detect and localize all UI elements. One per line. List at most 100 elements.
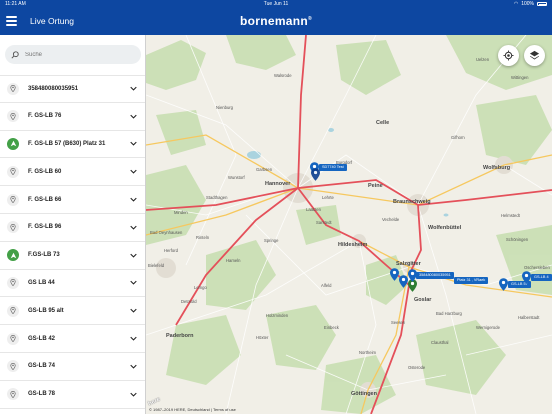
chevron-down-icon[interactable]: [130, 336, 137, 341]
town-label: Wernigerode: [476, 325, 500, 330]
town-label: Nienburg: [216, 105, 233, 110]
vehicle-list: 358480080035951 F. GS-LB 76 F. GS-LB 57 (B…: [0, 75, 145, 409]
vehicle-list-item[interactable]: F. GS-LB 96: [0, 214, 145, 242]
vehicle-list-item[interactable]: F. GS-LB 76: [0, 103, 145, 131]
town-label: Hameln: [226, 258, 241, 263]
chevron-down-icon[interactable]: [130, 392, 137, 397]
vehicle-list-item[interactable]: F. GS-LB 57 (B630) Platz 31: [0, 131, 145, 159]
vehicle-name: F. GS-LB 66: [28, 196, 62, 203]
layers-button[interactable]: [524, 45, 545, 66]
town-label: Minden: [174, 210, 188, 215]
town-label: Stadthagen: [206, 195, 228, 200]
map-view[interactable]: Hannover Braunschweig Hildesheim Wolfsbu…: [146, 35, 552, 414]
town-label: Schöningen: [506, 237, 529, 242]
town-label: Bielefeld: [148, 263, 165, 268]
town-label: Northeim: [359, 350, 376, 355]
vehicle-list-item[interactable]: GS-LB 42: [0, 325, 145, 353]
map-base: [146, 35, 552, 414]
battery-percent: 100%: [521, 1, 534, 7]
chevron-down-icon[interactable]: [130, 225, 137, 230]
town-label: Walsrode: [274, 73, 292, 78]
vehicle-pin[interactable]: [390, 268, 399, 281]
chevron-down-icon[interactable]: [130, 169, 137, 174]
town-label: Uelzen: [476, 57, 490, 62]
chevron-down-icon[interactable]: [130, 141, 137, 147]
locate-button[interactable]: [498, 45, 519, 66]
town-label: Holzminden: [266, 313, 289, 318]
battery-icon: [537, 2, 547, 6]
chevron-down-icon[interactable]: [130, 308, 137, 313]
city-label: Hannover: [265, 181, 291, 187]
active-vehicle-icon: [7, 249, 19, 262]
vehicle-list-item[interactable]: F. GS-LB 66: [0, 186, 145, 214]
brand-registered-mark: ®: [308, 16, 313, 22]
vehicle-pin[interactable]: [499, 278, 508, 291]
town-label: Wittingen: [511, 75, 529, 80]
location-pin-icon: [7, 388, 19, 401]
vehicle-list-item[interactable]: GS LB 44: [0, 270, 145, 298]
vehicle-pin[interactable]: [311, 168, 320, 181]
town-label: Laatzen: [306, 207, 321, 212]
town-label: Rinteln: [196, 235, 210, 240]
town-label: Osterode: [408, 365, 426, 370]
vehicle-name: GS-LB 95 alt: [28, 307, 64, 314]
status-date: Tue Jun 11: [263, 1, 289, 7]
crosshair-icon: [503, 50, 514, 61]
location-pin-icon: [7, 332, 19, 345]
town-label: Wunstorf: [228, 175, 245, 180]
vehicle-name: F.GS-LB 73: [28, 252, 60, 259]
vehicle-name: GS LB 44: [28, 279, 55, 286]
vehicle-list-item[interactable]: GS-LB 78: [0, 381, 145, 409]
vehicle-name: GS-LB 78: [28, 391, 56, 398]
town-label: Helmstedt: [501, 213, 520, 218]
city-label: Paderborn: [166, 333, 194, 339]
city-label: Braunschweig: [393, 199, 431, 205]
vehicle-list-item[interactable]: GS-LB 95 alt: [0, 297, 145, 326]
location-pin-icon: [7, 110, 19, 123]
town-label: Herford: [164, 248, 178, 253]
vehicle-pin-label[interactable]: SD7740 Test: [319, 164, 347, 171]
town-label: Bad Oeynhausen: [150, 230, 183, 235]
active-vehicle-icon: [7, 137, 19, 150]
town-label: Alfeld: [321, 283, 332, 288]
vehicle-pin[interactable]: [399, 275, 408, 288]
chevron-down-icon[interactable]: [130, 280, 137, 286]
vehicle-name: F. GS-LB 76: [28, 113, 62, 120]
search-input[interactable]: [25, 51, 135, 58]
location-pin-icon: [7, 304, 19, 317]
layers-icon: [529, 50, 540, 60]
town-label: Oschersleben: [524, 265, 550, 270]
vehicle-name: F. GS-LB 96: [28, 224, 62, 231]
chevron-down-icon[interactable]: [130, 114, 137, 119]
vehicle-pin-label[interactable]: 358480080035951: [416, 272, 454, 279]
city-label: Goslar: [414, 297, 432, 303]
brand-logo: bornemann®: [0, 14, 552, 28]
vehicle-list-item[interactable]: 358480080035951: [0, 75, 145, 103]
town-label: Clausthal: [431, 340, 449, 345]
town-label: Gifhorn: [451, 135, 465, 140]
location-pin-icon: [7, 82, 19, 95]
vehicle-name: F. GS-LB 60: [28, 168, 62, 175]
city-label: Göttingen: [351, 391, 377, 397]
vehicle-list-item[interactable]: GS-LB 74: [0, 353, 145, 381]
vehicle-list-item[interactable]: F.GS-LB 73: [0, 242, 145, 270]
vehicle-pin[interactable]: [522, 271, 531, 284]
map-copyright[interactable]: © 1987–2019 HERE, Deutschland | Terms of…: [149, 407, 236, 412]
vehicle-pin-label[interactable]: GS-LB 4: [531, 274, 552, 281]
vehicle-pin-label[interactable]: Platz 31 , VRaek: [454, 277, 489, 284]
chevron-down-icon[interactable]: [130, 86, 137, 92]
chevron-down-icon[interactable]: [130, 364, 137, 369]
location-pin-icon: [7, 221, 19, 234]
search-bar[interactable]: [5, 45, 141, 64]
town-label: Halberstadt: [518, 315, 540, 320]
vehicle-list-item[interactable]: F. GS-LB 60: [0, 158, 145, 187]
city-label: Celle: [376, 120, 390, 126]
city-label: Wolfsburg: [483, 165, 511, 171]
city-label: Hildesheim: [338, 242, 368, 248]
town-label: Detmold: [181, 299, 197, 304]
chevron-down-icon[interactable]: [130, 253, 137, 258]
chevron-down-icon[interactable]: [130, 197, 137, 202]
brand-name: bornemann: [239, 14, 309, 28]
status-right: ◠ 100%: [514, 1, 547, 7]
town-label: Lehrte: [322, 195, 334, 200]
